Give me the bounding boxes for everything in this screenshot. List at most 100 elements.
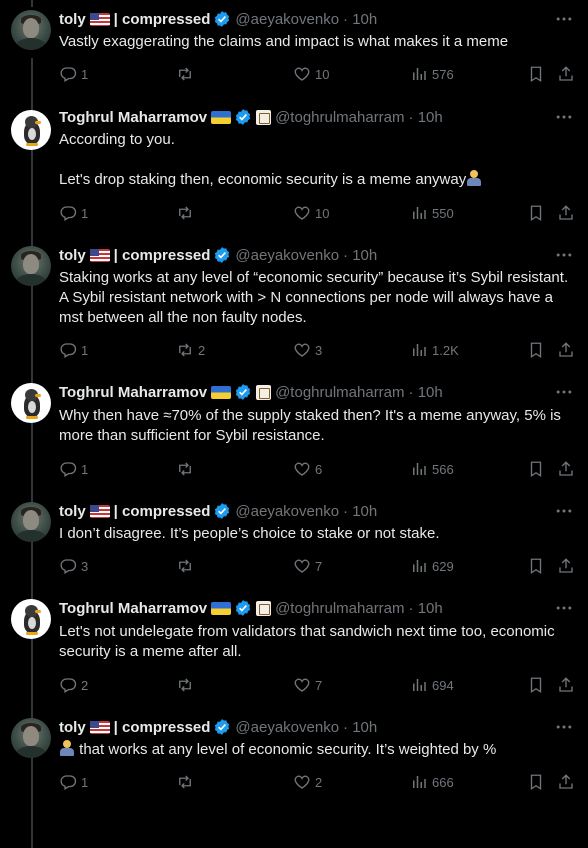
tweet-text: Why then have ≈70% of the supply staked … [59, 407, 566, 444]
reply-icon [60, 67, 77, 82]
retweet-button[interactable] [176, 772, 198, 792]
views-button[interactable]: 1.2K [410, 340, 459, 360]
bookmark-button[interactable] [527, 64, 545, 84]
bookmark-button[interactable] [527, 459, 545, 479]
like-count: 10 [315, 205, 330, 221]
views-button[interactable]: 566 [410, 459, 454, 479]
more-icon[interactable] [554, 717, 574, 737]
like-button[interactable]: 3 [293, 340, 322, 360]
tweet-time[interactable]: · 10h [343, 719, 377, 736]
author-name-suffix[interactable]: | compressed [114, 247, 211, 264]
retweet-button[interactable] [176, 556, 198, 576]
reply-button[interactable]: 1 [59, 340, 88, 360]
share-button[interactable] [557, 772, 575, 792]
bookmark-button[interactable] [527, 340, 545, 360]
more-icon[interactable] [554, 245, 574, 265]
like-button[interactable]: 10 [293, 203, 329, 223]
retweet-button[interactable] [176, 675, 198, 695]
reply-button[interactable]: 1 [59, 459, 88, 479]
more-icon[interactable] [554, 107, 574, 127]
author-name-suffix[interactable]: | compressed [114, 11, 211, 28]
author-name[interactable]: Toghrul Maharramov [59, 384, 207, 401]
author-name[interactable]: toly [59, 247, 86, 264]
tweet-time[interactable]: · 10h [343, 11, 377, 28]
author-name[interactable]: toly [59, 11, 86, 28]
share-button[interactable] [557, 459, 575, 479]
views-icon [413, 68, 426, 80]
author-name-suffix[interactable]: | compressed [114, 503, 211, 520]
tweet-time[interactable]: · 10h [343, 503, 377, 520]
tweet[interactable]: toly | compressed @aeyakovenko · 10h tha… [0, 710, 588, 805]
author-handle[interactable]: @aeyakovenko [235, 11, 339, 28]
tweet-text: that works at any level of economic secu… [59, 740, 574, 760]
author-name[interactable]: toly [59, 503, 86, 520]
tweet-time[interactable]: · 10h [409, 109, 443, 126]
views-button[interactable]: 694 [410, 675, 454, 695]
like-button[interactable]: 10 [293, 64, 329, 84]
author-name-suffix[interactable]: | compressed [114, 719, 211, 736]
like-button[interactable]: 2 [293, 772, 322, 792]
like-button[interactable]: 7 [293, 675, 322, 695]
bookmark-icon [530, 558, 542, 575]
bookmark-button[interactable] [527, 772, 545, 792]
tweet[interactable]: toly | compressed @aeyakovenko · 10h Vas… [0, 0, 588, 100]
author-name[interactable]: toly [59, 719, 86, 736]
like-button[interactable]: 6 [293, 459, 322, 479]
views-button[interactable]: 666 [410, 772, 454, 792]
avatar[interactable] [11, 110, 51, 150]
share-button[interactable] [557, 675, 575, 695]
tweet[interactable]: Toghrul Maharramov @toghrulmaharram · 10… [0, 100, 588, 237]
avatar[interactable] [11, 718, 51, 758]
like-count: 2 [315, 774, 323, 790]
bookmark-button[interactable] [527, 203, 545, 223]
tweet-time[interactable]: · 10h [343, 247, 377, 264]
author-handle[interactable]: @aeyakovenko [235, 719, 339, 736]
tweet-actions: 3 7 629 [59, 556, 579, 576]
tweet[interactable]: Toghrul Maharramov @toghrulmaharram · 10… [0, 374, 588, 493]
tweet-time[interactable]: · 10h [409, 384, 443, 401]
share-button[interactable] [557, 556, 575, 576]
heart-icon [294, 343, 310, 357]
views-button[interactable]: 550 [410, 203, 454, 223]
tweet-time[interactable]: · 10h [409, 600, 443, 617]
retweet-button[interactable] [176, 459, 198, 479]
author-handle[interactable]: @toghrulmaharram [275, 109, 404, 126]
author-handle[interactable]: @toghrulmaharram [275, 384, 404, 401]
share-button[interactable] [557, 340, 575, 360]
reply-button[interactable]: 3 [59, 556, 88, 576]
author-handle[interactable]: @toghrulmaharram [275, 600, 404, 617]
retweet-button[interactable]: 2 [176, 340, 205, 360]
retweet-icon [179, 775, 191, 789]
author-name[interactable]: Toghrul Maharramov [59, 109, 207, 126]
reply-button[interactable]: 1 [59, 64, 88, 84]
avatar[interactable] [11, 10, 51, 50]
reply-button[interactable]: 2 [59, 675, 88, 695]
avatar[interactable] [11, 502, 51, 542]
reply-button[interactable]: 1 [59, 203, 88, 223]
more-icon[interactable] [554, 9, 574, 29]
tweet[interactable]: Toghrul Maharramov @toghrulmaharram · 10… [0, 590, 588, 710]
retweet-button[interactable] [176, 64, 198, 84]
avatar[interactable] [11, 246, 51, 286]
bookmark-button[interactable] [527, 675, 545, 695]
author-handle[interactable]: @aeyakovenko [235, 247, 339, 264]
retweet-icon [179, 67, 191, 81]
more-icon[interactable] [554, 598, 574, 618]
avatar[interactable] [11, 383, 51, 423]
tweet[interactable]: toly | compressed @aeyakovenko · 10h Sta… [0, 237, 588, 374]
views-button[interactable]: 629 [410, 556, 454, 576]
share-button[interactable] [557, 64, 575, 84]
tweet[interactable]: toly | compressed @aeyakovenko · 10h I d… [0, 493, 588, 590]
author-name[interactable]: Toghrul Maharramov [59, 600, 207, 617]
reply-count: 1 [81, 205, 89, 221]
retweet-button[interactable] [176, 203, 198, 223]
reply-button[interactable]: 1 [59, 772, 88, 792]
author-handle[interactable]: @aeyakovenko [235, 503, 339, 520]
avatar[interactable] [11, 599, 51, 639]
bookmark-button[interactable] [527, 556, 545, 576]
more-icon[interactable] [554, 501, 574, 521]
views-button[interactable]: 576 [410, 64, 454, 84]
more-icon[interactable] [554, 382, 574, 402]
like-button[interactable]: 7 [293, 556, 322, 576]
share-button[interactable] [557, 203, 575, 223]
